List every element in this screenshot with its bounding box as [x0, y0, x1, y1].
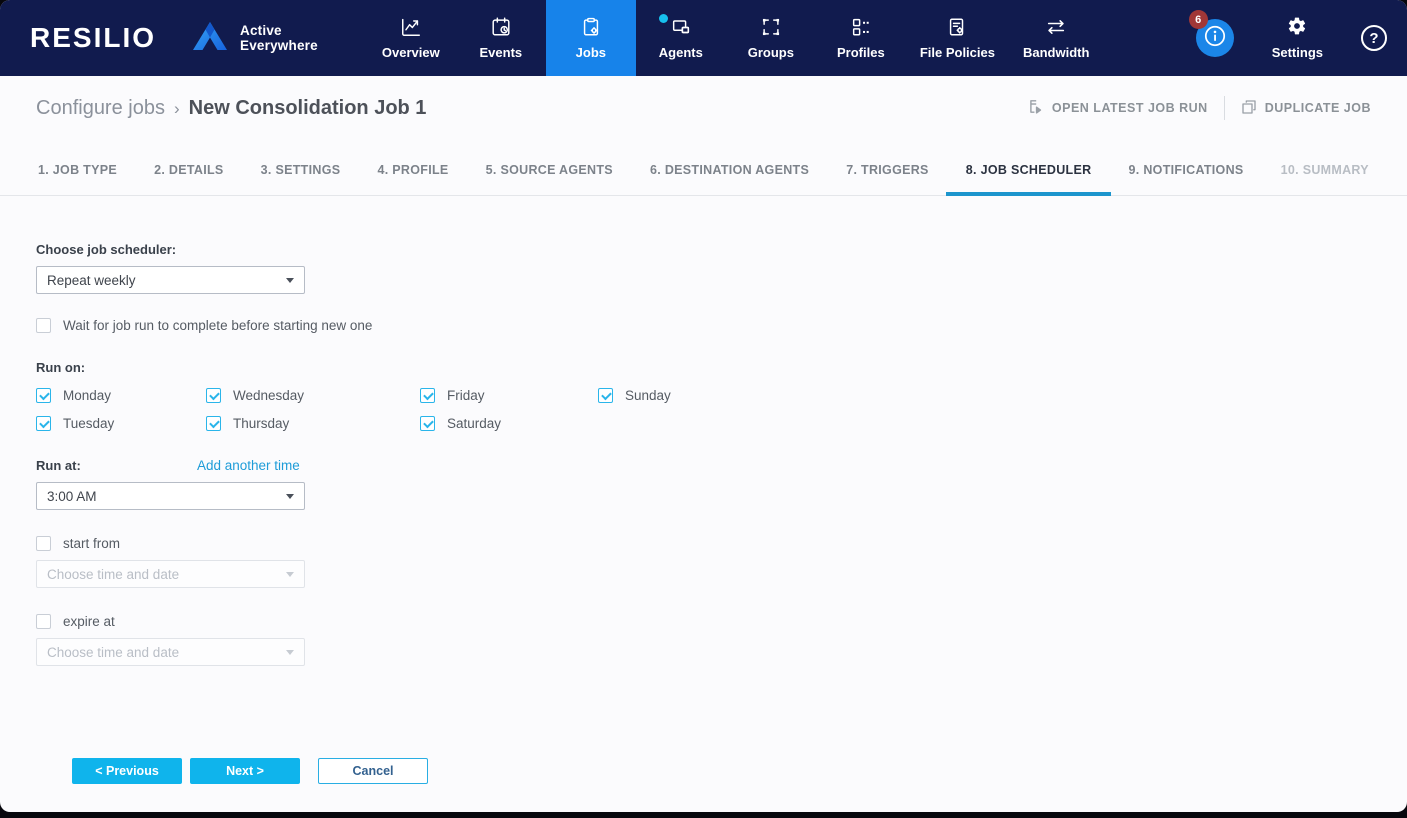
duplicate-job-button[interactable]: DUPLICATE JOB — [1241, 99, 1371, 118]
clipboard-gear-icon — [580, 16, 602, 38]
day-checkbox-monday[interactable]: Monday — [36, 388, 206, 403]
run-at-row: Run at: Add another time — [36, 458, 1371, 473]
active-everywhere-mark-icon — [190, 20, 230, 57]
primary-nav: Overview Events Jobs Agents Groups Profi… — [366, 0, 1104, 76]
tab-settings[interactable]: 3. SETTINGS — [259, 146, 343, 195]
active-everywhere-logo: Active Everywhere — [190, 20, 318, 57]
page-header: Configure jobs › New Consolidation Job 1… — [0, 76, 1407, 140]
wizard-footer: < Previous Next > Cancel — [36, 666, 1371, 784]
app-window: RESILIO Active Everywhere Overview Event… — [0, 0, 1407, 812]
tab-job-type[interactable]: 1. JOB TYPE — [36, 146, 119, 195]
tab-destination-agents[interactable]: 6. DESTINATION AGENTS — [648, 146, 811, 195]
scheduler-label: Choose job scheduler: — [36, 242, 177, 257]
day-checkbox-tuesday[interactable]: Tuesday — [36, 416, 206, 431]
monday-checkbox[interactable] — [36, 388, 51, 403]
file-gear-icon — [946, 16, 968, 38]
nav-item-groups[interactable]: Groups — [726, 0, 816, 76]
breadcrumb-separator: › — [173, 98, 180, 118]
wait-checkbox-row[interactable]: Wait for job run to complete before star… — [36, 318, 1371, 333]
resilio-logo: RESILIO — [30, 22, 157, 53]
wizard-tabs: 1. JOB TYPE 2. DETAILS 3. SETTINGS 4. PR… — [0, 146, 1407, 196]
expire-at-checkbox[interactable] — [36, 614, 51, 629]
start-from-checkbox-row[interactable]: start from — [36, 536, 1371, 551]
gear-icon — [1287, 16, 1307, 39]
breadcrumb-configure-jobs[interactable]: Configure jobs — [36, 97, 165, 120]
header-actions: OPEN LATEST JOB RUN DUPLICATE JOB — [1027, 96, 1371, 120]
nav-item-events[interactable]: Events — [456, 0, 546, 76]
day-checkbox-saturday[interactable]: Saturday — [420, 416, 598, 431]
wednesday-checkbox[interactable] — [206, 388, 221, 403]
product-name: Active Everywhere — [240, 22, 318, 53]
navbar-right-cluster: 6 Settings ? — [1188, 0, 1407, 76]
sunday-checkbox[interactable] — [598, 388, 613, 403]
tab-notifications[interactable]: 9. NOTIFICATIONS — [1127, 146, 1246, 195]
top-navbar: RESILIO Active Everywhere Overview Event… — [0, 0, 1407, 76]
tab-triggers[interactable]: 7. TRIGGERS — [844, 146, 930, 195]
calendar-clock-icon — [490, 16, 512, 38]
start-from-checkbox[interactable] — [36, 536, 51, 551]
nav-item-file-policies[interactable]: File Policies — [906, 0, 1009, 76]
tab-profile[interactable]: 4. PROFILE — [375, 146, 450, 195]
run-at-label: Run at: — [36, 458, 81, 473]
wait-checkbox[interactable] — [36, 318, 51, 333]
profiles-grid-icon — [850, 16, 872, 38]
run-at-select[interactable]: 3:00 AM — [36, 482, 305, 510]
nav-item-jobs[interactable]: Jobs — [545, 0, 636, 76]
notification-badge: 6 — [1188, 10, 1208, 29]
duplicate-icon — [1241, 99, 1257, 118]
tuesday-checkbox[interactable] — [36, 416, 51, 431]
thursday-checkbox[interactable] — [206, 416, 221, 431]
open-latest-job-run-button[interactable]: OPEN LATEST JOB RUN — [1027, 98, 1208, 118]
tab-job-scheduler[interactable]: 8. JOB SCHEDULER — [945, 146, 1112, 196]
next-button[interactable]: Next > — [190, 758, 300, 784]
cancel-button[interactable]: Cancel — [318, 758, 428, 784]
tab-details[interactable]: 2. DETAILS — [152, 146, 225, 195]
job-scheduler-form: Choose job scheduler: Repeat weekly Wait… — [0, 196, 1407, 784]
group-frame-icon — [760, 16, 782, 38]
line-chart-icon — [400, 16, 422, 38]
day-checkbox-friday[interactable]: Friday — [420, 388, 598, 403]
run-on-label: Run on: — [36, 360, 86, 375]
scheduler-select[interactable]: Repeat weekly — [36, 266, 305, 294]
nav-item-agents[interactable]: Agents — [636, 0, 726, 76]
tab-source-agents[interactable]: 5. SOURCE AGENTS — [484, 146, 615, 195]
day-checkbox-thursday[interactable]: Thursday — [206, 416, 420, 431]
saturday-checkbox[interactable] — [420, 416, 435, 431]
page-title: New Consolidation Job 1 — [188, 96, 427, 119]
nav-item-profiles[interactable]: Profiles — [816, 0, 906, 76]
friday-checkbox[interactable] — [420, 388, 435, 403]
agents-notification-dot — [658, 14, 668, 23]
start-from-datetime-select: Choose time and date — [36, 560, 305, 588]
expire-at-datetime-select: Choose time and date — [36, 638, 305, 666]
open-run-icon — [1027, 98, 1044, 118]
info-icon — [1202, 23, 1228, 54]
add-another-time-link[interactable]: Add another time — [197, 458, 300, 473]
question-mark-icon: ? — [1369, 29, 1379, 47]
info-button[interactable]: 6 — [1188, 10, 1234, 57]
breadcrumb: Configure jobs › New Consolidation Job 1 — [36, 97, 426, 120]
day-checkbox-wednesday[interactable]: Wednesday — [206, 388, 420, 403]
header-divider — [1223, 96, 1225, 120]
day-checkbox-sunday[interactable]: Sunday — [598, 388, 671, 403]
day-checkbox-grid: Monday Wednesday Friday Sunday Tuesday T… — [36, 388, 1371, 431]
previous-button[interactable]: < Previous — [72, 758, 182, 784]
nav-item-settings[interactable]: Settings — [1272, 16, 1323, 60]
tab-summary: 10. SUMMARY — [1280, 163, 1369, 177]
arrows-swap-icon — [1045, 16, 1067, 38]
help-button[interactable]: ? — [1361, 25, 1387, 51]
expire-at-checkbox-row[interactable]: expire at — [36, 614, 1371, 629]
nav-item-overview[interactable]: Overview — [366, 0, 456, 76]
devices-icon — [670, 16, 692, 38]
nav-item-bandwidth[interactable]: Bandwidth — [1009, 0, 1103, 76]
